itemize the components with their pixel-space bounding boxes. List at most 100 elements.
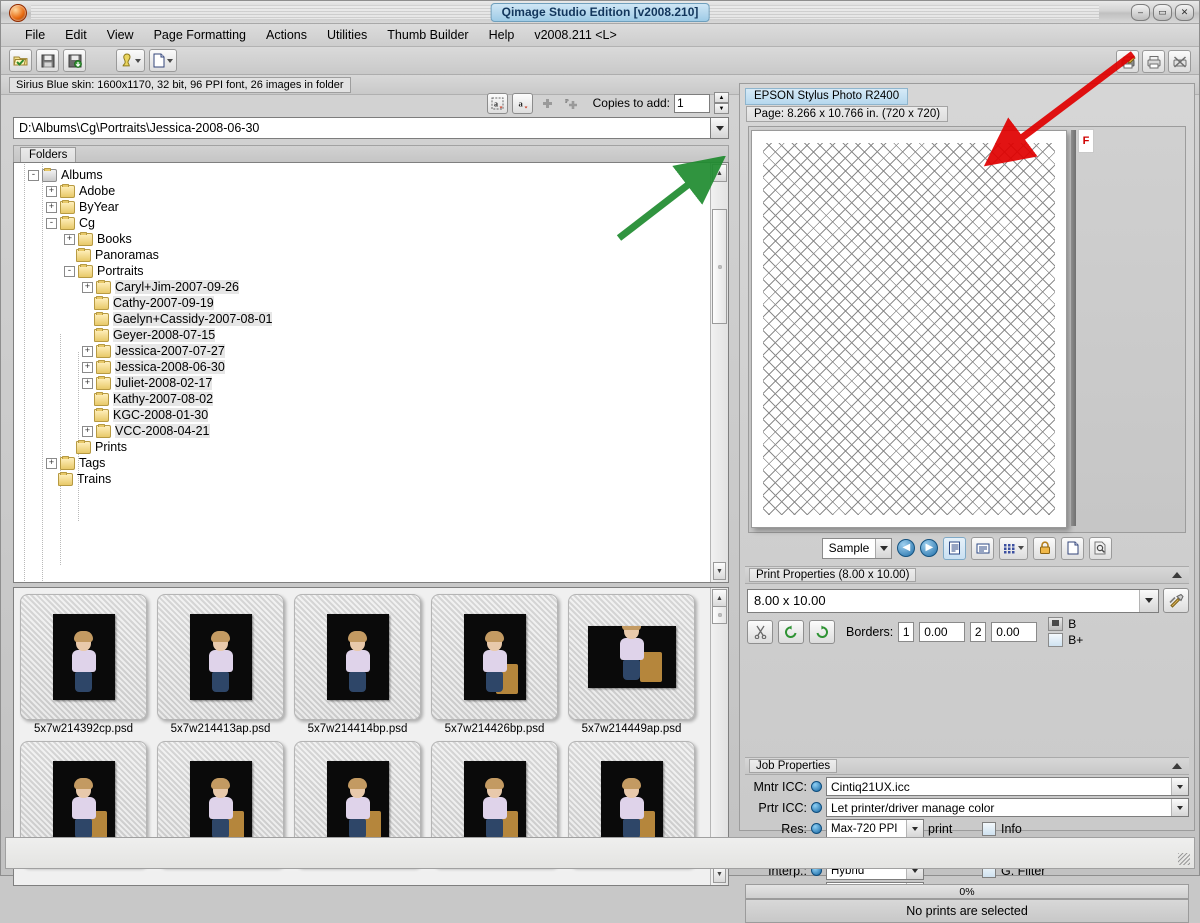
save-as-icon[interactable] xyxy=(63,49,86,72)
info-checkbox[interactable] xyxy=(982,821,996,836)
expand-icon[interactable]: + xyxy=(46,201,57,213)
plus-icon[interactable] xyxy=(537,93,558,114)
collapse-icon[interactable]: - xyxy=(28,169,39,181)
new-page-dropdown-icon[interactable] xyxy=(149,49,177,72)
chevron-down-icon[interactable] xyxy=(1018,546,1025,550)
thumbnail-image[interactable] xyxy=(189,614,252,700)
expand-icon[interactable]: + xyxy=(82,345,93,357)
printer-name-tab[interactable]: EPSON Stylus Photo R2400 xyxy=(745,88,909,105)
add-selected-icon[interactable]: a xyxy=(511,92,533,114)
border1-input[interactable]: 0.00 xyxy=(919,622,966,642)
lock-icon[interactable] xyxy=(1033,536,1057,560)
printer-icc-combo[interactable]: Let printer/driver manage color xyxy=(826,798,1189,817)
expand-icon[interactable]: + xyxy=(64,233,75,245)
rotate-right-icon[interactable] xyxy=(809,620,835,644)
filter-dropdown-icon[interactable] xyxy=(116,49,145,72)
next-page-icon[interactable]: ▶ xyxy=(920,539,939,557)
folder-tree[interactable]: - Albums + Adobe + ByYear - Cg + Books Panoramas - P… xyxy=(14,167,710,487)
tree-node-label[interactable]: Panoramas xyxy=(95,248,159,262)
monitor-icc-combo[interactable]: Cintiq21UX.icc xyxy=(826,777,1189,796)
tree-node[interactable]: + Tags xyxy=(14,455,710,471)
stepper-down-icon[interactable]: ▼ xyxy=(714,103,729,114)
scroll-down-icon[interactable]: ▼ xyxy=(713,562,726,580)
tree-node[interactable]: Kathy-2007-08-02 xyxy=(14,391,710,407)
border2-input[interactable]: 0.00 xyxy=(991,622,1038,642)
tree-node-label[interactable]: Prints xyxy=(95,440,127,454)
list-view-icon[interactable] xyxy=(971,536,995,560)
thumbnail-image[interactable] xyxy=(52,761,115,847)
folder-path-dropdown-icon[interactable] xyxy=(711,117,729,139)
close-icon[interactable]: ✕ xyxy=(1175,4,1194,21)
collapse-icon[interactable]: - xyxy=(64,265,75,277)
expand-icon[interactable]: + xyxy=(46,185,57,197)
tree-node-label[interactable]: Tags xyxy=(79,456,105,470)
thumbnail-image[interactable] xyxy=(463,614,526,700)
tree-node-label[interactable]: Gaelyn+Cassidy-2007-08-01 xyxy=(113,312,273,326)
help-dot-icon[interactable] xyxy=(811,802,822,813)
grid-view-icon[interactable] xyxy=(999,536,1029,560)
thumbnail-image[interactable] xyxy=(600,761,663,847)
folder-path-combo[interactable]: D:\Albums\Cg\Portraits\Jessica-2008-06-3… xyxy=(13,117,729,139)
expand-icon[interactable]: + xyxy=(46,457,57,469)
tree-node[interactable]: Prints xyxy=(14,439,710,455)
thumbnail-cell[interactable]: 5x7w214426bp.psd xyxy=(431,594,558,735)
help-dot-icon[interactable] xyxy=(811,823,822,834)
thumbnail-plate[interactable] xyxy=(157,594,284,720)
print-size-combo[interactable]: 8.00 x 10.00 xyxy=(747,588,1159,613)
thumbnail-cell[interactable]: 5x7w214414bp.psd xyxy=(294,594,421,735)
resize-grip-icon[interactable] xyxy=(1178,853,1190,865)
menu-help[interactable]: Help xyxy=(479,26,525,44)
chevron-down-icon[interactable] xyxy=(167,58,173,63)
thumbnail-image[interactable] xyxy=(189,761,252,847)
tree-node-label[interactable]: Adobe xyxy=(79,184,115,198)
thumbnail-plate[interactable] xyxy=(568,594,695,720)
border-b-option[interactable]: B xyxy=(1048,617,1083,631)
chevron-down-icon[interactable] xyxy=(1139,589,1158,612)
tree-node-label[interactable]: Books xyxy=(97,232,132,246)
tree-node-label[interactable]: KGC-2008-01-30 xyxy=(113,408,209,422)
tree-node-label[interactable]: Caryl+Jim-2007-09-26 xyxy=(115,280,240,294)
prev-page-icon[interactable]: ◀ xyxy=(897,539,916,557)
info-checkbox-row[interactable]: Info xyxy=(982,821,1022,836)
expand-icon[interactable]: + xyxy=(82,425,93,437)
chevron-down-icon[interactable] xyxy=(906,820,923,837)
tree-node[interactable]: + Caryl+Jim-2007-09-26 xyxy=(14,279,710,295)
sample-dropdown[interactable]: Sample xyxy=(821,537,893,559)
page-sheet[interactable] xyxy=(751,130,1067,528)
tree-node[interactable]: + Jessica-2008-06-30 xyxy=(14,359,710,375)
tree-node-label[interactable]: Albums xyxy=(61,168,103,182)
thumbnail-image[interactable] xyxy=(52,614,115,700)
page-view-icon[interactable] xyxy=(943,536,967,560)
scroll-up-icon[interactable]: ▲ xyxy=(712,589,727,607)
plus-page-icon[interactable]: P xyxy=(562,93,583,114)
scroll-up-icon[interactable]: ▲ xyxy=(712,164,727,182)
tree-node-label[interactable]: Cg xyxy=(79,216,95,230)
tree-node[interactable]: + Juliet-2008-02-17 xyxy=(14,375,710,391)
tree-node[interactable]: Cathy-2007-09-19 xyxy=(14,295,710,311)
copies-input[interactable]: 1 xyxy=(674,93,710,113)
thumbnail-image[interactable] xyxy=(587,626,676,688)
tree-node[interactable]: - Albums xyxy=(14,167,710,183)
thumbnail-image[interactable] xyxy=(326,761,389,847)
chevron-down-icon[interactable] xyxy=(875,538,892,558)
open-folder-icon[interactable] xyxy=(9,49,32,72)
tree-node-label[interactable]: ByYear xyxy=(79,200,119,214)
tree-node-label[interactable]: Kathy-2007-08-02 xyxy=(113,392,214,406)
menu-actions[interactable]: Actions xyxy=(256,26,317,44)
tree-node-label[interactable]: Portraits xyxy=(97,264,144,278)
rotate-left-icon[interactable] xyxy=(778,620,804,644)
menu-edit[interactable]: Edit xyxy=(55,26,97,44)
tree-node[interactable]: + VCC-2008-04-21 xyxy=(14,423,710,439)
tree-node[interactable]: Panoramas xyxy=(14,247,710,263)
collapse-icon[interactable] xyxy=(1172,572,1182,578)
page-search-icon[interactable] xyxy=(1089,536,1113,560)
thumbnail-image[interactable] xyxy=(463,761,526,847)
stepper-up-icon[interactable]: ▲ xyxy=(714,92,729,103)
thumbnail-cell[interactable]: 5x7w214413ap.psd xyxy=(157,594,284,735)
border-bplus-option[interactable]: B+ xyxy=(1048,633,1083,647)
expand-icon[interactable]: + xyxy=(82,281,93,293)
tree-node-label[interactable]: Jessica-2008-06-30 xyxy=(115,360,225,374)
tree-node[interactable]: + Adobe xyxy=(14,183,710,199)
new-page-icon[interactable] xyxy=(1061,536,1085,560)
chevron-down-icon[interactable] xyxy=(135,58,141,63)
